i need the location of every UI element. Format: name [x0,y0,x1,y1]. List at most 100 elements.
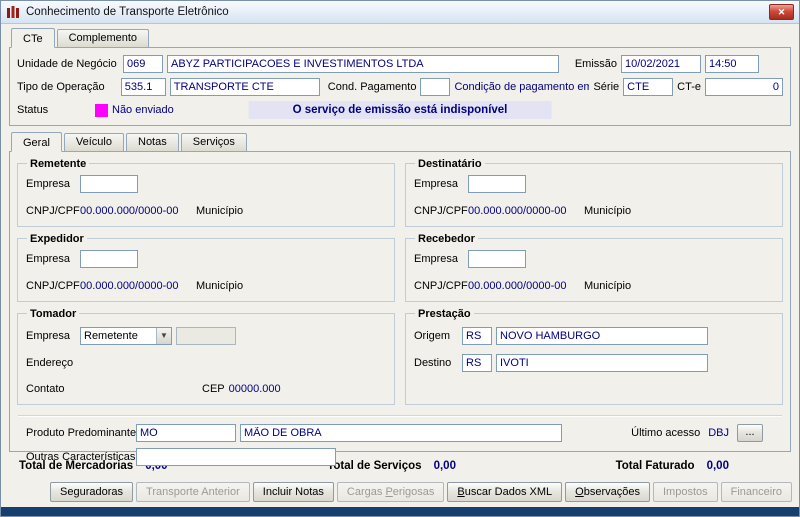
cte-number-input[interactable] [705,78,783,96]
tomador-title: Tomador [30,307,77,320]
cond-pagamento-hint: Condição de pagamento em branco [454,81,589,93]
destino-uf-input[interactable] [462,353,492,372]
tipo-operacao-label: Tipo de Operação [17,81,105,93]
cnpj-label: CNPJ/CPF [414,279,468,292]
divider [18,414,782,417]
empresa-label: Empresa [414,177,459,190]
serie-label: Série [593,81,620,93]
header-panel: Unidade de Negócio Emissão Tipo de Opera… [9,47,791,126]
prestacao-title: Prestação [418,307,471,320]
status-label: Status [17,104,49,116]
outras-caracteristicas-input[interactable] [136,447,336,466]
destino-label: Destino [414,356,452,369]
title-bar: Conhecimento de Transporte Eletrônico ✕ [1,1,799,24]
ultimo-acesso-value: DBJ [708,426,729,439]
unidade-negocio-label: Unidade de Negócio [17,58,117,70]
app-icon [6,5,20,19]
transporte-anterior-button: Transporte Anterior [136,482,250,502]
origem-label: Origem [414,329,451,342]
empresa-label: Empresa [26,177,71,190]
ultimo-acesso-label: Último acesso [631,426,701,439]
financeiro-button: Financeiro [720,482,792,502]
contato-label: Contato [26,382,65,395]
seguradoras-button[interactable]: Seguradoras [50,482,134,502]
incluir-notas-button[interactable]: Incluir Notas [252,482,334,502]
tab-complemento[interactable]: Complemento [56,29,150,47]
tomador-tipo-value: Remetente [84,329,138,342]
tipo-operacao-name-input[interactable] [169,78,320,96]
produto-desc-input[interactable] [240,423,562,442]
emissao-date-input[interactable] [621,55,701,73]
recebedor-title: Recebedor [418,232,475,245]
outras-caracteristicas-label: Outras Características [26,450,136,463]
expedidor-empresa-input[interactable] [80,249,138,268]
destinatario-cnpj-value: 00.000.000/0000-00 [468,204,567,217]
window-body: CTe Complemento Unidade de Negócio Emiss… [1,24,799,507]
cnpj-label: CNPJ/CPF [26,279,80,292]
detail-tabset: Geral Veículo Notas Serviços [11,131,791,152]
cep-label: CEP [202,382,225,395]
tomador-tipo-select[interactable]: Remetente ▼ [80,326,172,345]
unidade-negocio-code-input[interactable] [123,55,163,73]
produto-code-input[interactable] [136,423,236,442]
cond-pagamento-input[interactable] [420,78,451,96]
recebedor-group: Recebedor Empresa CNPJ/CPF 00.000.000/00… [405,232,783,302]
tab-veiculo[interactable]: Veículo [63,132,124,151]
municipio-label: Município [584,204,632,217]
remetente-empresa-input[interactable] [80,174,138,193]
tipo-operacao-code-input[interactable] [120,78,166,96]
service-unavailable-message: O serviço de emissão está indisponível [248,101,552,119]
expedidor-title: Expedidor [30,232,84,245]
empresa-label: Empresa [26,252,71,265]
cep-value: 00000.000 [228,382,281,395]
chevron-down-icon: ▼ [156,327,171,344]
close-button[interactable]: ✕ [769,4,794,20]
tab-cte[interactable]: CTe [11,28,55,48]
window-title: Conhecimento de Transporte Eletrônico [26,6,229,18]
button-bar: Seguradoras Transporte Anterior Incluir … [9,477,792,507]
endereco-label: Endereço [26,356,74,369]
tab-geral[interactable]: Geral [11,131,62,152]
expedidor-cnpj-value: 00.000.000/0000-00 [80,279,179,292]
destino-municipio-input[interactable] [496,353,708,372]
tomador-empresa-input [176,326,236,345]
destinatario-group: Destinatário Empresa CNPJ/CPF 00.000.000… [405,157,783,227]
remetente-cnpj-value: 00.000.000/0000-00 [80,204,179,217]
origem-uf-input[interactable] [462,326,492,345]
serie-input[interactable] [623,78,674,96]
recebedor-cnpj-value: 00.000.000/0000-00 [468,279,567,292]
remetente-group: Remetente Empresa CNPJ/CPF 00.000.000/00… [17,157,395,227]
tomador-group: Tomador Empresa Remetente ▼ Endereço Con… [17,307,395,405]
observacoes-button[interactable]: Observações [565,482,650,502]
municipio-label: Município [584,279,632,292]
status-value: Não enviado [112,104,174,116]
expedidor-group: Expedidor Empresa CNPJ/CPF 00.000.000/00… [17,232,395,302]
empresa-label: Empresa [26,329,71,342]
cargas-perigosas-button: Cargas Perigosas [336,482,445,502]
unidade-negocio-name-input[interactable] [167,55,559,73]
recebedor-empresa-input[interactable] [468,249,526,268]
origem-municipio-input[interactable] [496,326,708,345]
main-tabset: CTe Complemento [11,28,791,48]
cte-number-label: CT-e [677,81,701,93]
status-color-swatch [95,103,108,117]
window-bottom-edge [1,507,799,516]
prestacao-group: Prestação Origem Destino [405,307,783,405]
cte-window: Conhecimento de Transporte Eletrônico ✕ … [0,0,800,517]
remetente-title: Remetente [30,157,87,170]
tab-notas[interactable]: Notas [126,132,179,151]
municipio-label: Município [196,279,244,292]
browse-button[interactable]: ... [737,423,763,442]
cnpj-label: CNPJ/CPF [26,204,80,217]
cnpj-label: CNPJ/CPF [414,204,468,217]
buscar-dados-xml-button[interactable]: Buscar Dados XML [447,482,563,502]
tab-servicos[interactable]: Serviços [180,132,247,151]
geral-panel: Remetente Empresa CNPJ/CPF 00.000.000/00… [9,150,791,466]
emissao-time-input[interactable] [705,55,759,73]
cond-pagamento-label: Cond. Pagamento [327,81,417,93]
destinatario-title: Destinatário [418,157,482,170]
municipio-label: Município [196,204,244,217]
impostos-button: Impostos [652,482,718,502]
destinatario-empresa-input[interactable] [468,174,526,193]
empresa-label: Empresa [414,252,459,265]
